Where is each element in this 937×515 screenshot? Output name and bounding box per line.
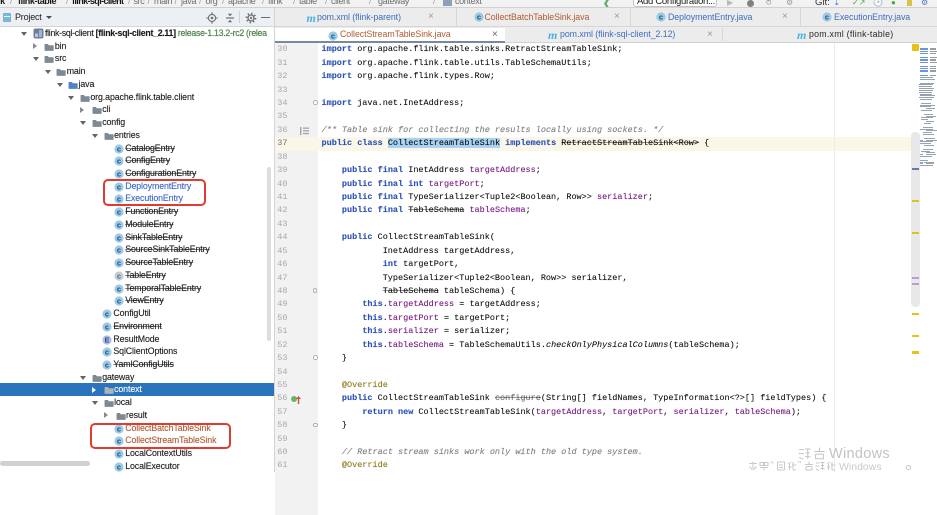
svg-text:c: c (117, 246, 121, 255)
svg-text:c: c (105, 348, 109, 357)
svg-text:c: c (117, 462, 121, 471)
svg-text:E: E (105, 335, 110, 344)
svg-text:c: c (117, 297, 121, 306)
svg-text:c: c (117, 208, 121, 217)
svg-text:c: c (117, 169, 121, 178)
svg-text:c: c (117, 271, 121, 280)
svg-text:c: c (117, 220, 121, 229)
svg-text:c: c (117, 450, 121, 459)
svg-text:c: c (117, 157, 121, 166)
svg-text:c: c (117, 259, 121, 268)
svg-text:c: c (117, 284, 121, 293)
svg-text:c: c (105, 361, 109, 370)
svg-text:c: c (117, 233, 121, 242)
svg-text:c: c (477, 13, 481, 22)
svg-text:c: c (105, 310, 109, 319)
svg-text:c: c (331, 31, 335, 40)
svg-text:c: c (659, 13, 663, 22)
svg-text:c: c (105, 322, 109, 331)
svg-text:c: c (117, 144, 121, 153)
svg-text:c: c (825, 13, 829, 22)
